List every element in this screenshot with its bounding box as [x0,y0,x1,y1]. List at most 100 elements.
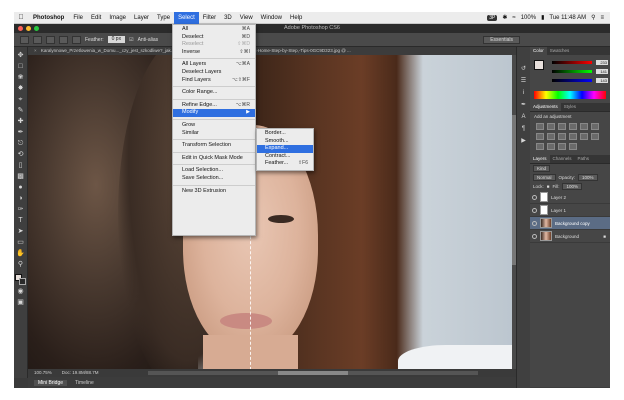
select-menu-item-modify[interactable]: Modify ▶ [173,109,255,117]
quick-select-tool-icon[interactable]: ✸ [16,84,26,93]
menu-list-icon[interactable]: ≡ [600,15,604,21]
subtract-selection-icon[interactable] [59,35,68,44]
select-menu-item-all-layers[interactable]: All Layers ⌥⌘A [173,61,255,69]
clone-stamp-icon[interactable]: ⎋ [16,139,26,148]
hand-tool-icon[interactable]: ✋ [16,249,26,258]
feather-input[interactable]: 0 px [107,36,126,43]
horizontal-scrollbar[interactable] [148,371,478,375]
eyedropper-tool-icon[interactable]: ✎ [16,106,26,115]
wifi-icon[interactable]: ≈ [512,15,515,21]
brush-tool-icon[interactable]: ✒ [16,128,26,137]
select-menu-item-grow[interactable]: Grow [173,122,255,130]
tab-styles[interactable]: Styles [561,103,579,111]
layer-row[interactable]: Layer 1 [530,204,610,217]
blue-value[interactable]: 143 [596,78,608,83]
type-tool-icon[interactable]: T [16,216,26,225]
layer-name[interactable]: Background [555,234,579,239]
brush-panel-icon[interactable]: ✒ [519,101,529,110]
black-white-icon[interactable] [547,133,555,140]
gradient-map-icon[interactable] [558,143,566,150]
zoom-window-icon[interactable] [34,26,39,31]
workspace-switcher[interactable]: Essentials [483,35,520,44]
select-menu-item-inverse[interactable]: Inverse ⇧⌘I [173,49,255,57]
posterize-icon[interactable] [536,143,544,150]
blur-tool-icon[interactable]: ● [16,183,26,192]
modify-menu-item-feather[interactable]: Feather... ⇧F6 [257,160,313,168]
close-tab-icon[interactable]: × [34,48,37,53]
menu-filter[interactable]: Filter [199,12,220,24]
levels-icon[interactable] [547,123,555,130]
select-menu-item-find-layers[interactable]: Find Layers ⌥⇧⌘F [173,77,255,85]
threshold-icon[interactable] [547,143,555,150]
history-brush-icon[interactable]: ⟲ [16,150,26,159]
new-selection-icon[interactable] [33,35,42,44]
green-value[interactable]: 141 [596,69,608,74]
hue-saturation-icon[interactable] [591,123,599,130]
crop-tool-icon[interactable]: ⌖ [16,95,26,104]
bluetooth-icon[interactable]: ✱ [502,14,507,21]
gradient-tool-icon[interactable]: ▩ [16,172,26,181]
shape-tool-icon[interactable]: ▭ [16,238,26,247]
tab-mini-bridge[interactable]: Mini Bridge [34,379,68,386]
tab-color[interactable]: Color [530,47,547,55]
color-balance-icon[interactable] [536,133,544,140]
dodge-tool-icon[interactable]: ◑ [16,194,26,203]
layer-name[interactable]: Layer 2 [551,195,566,200]
menu-window[interactable]: Window [257,12,286,24]
green-slider[interactable] [552,70,592,73]
select-menu-item-transform-selection[interactable]: Transform Selection [173,142,255,150]
blue-slider[interactable] [552,79,592,82]
tab-layers[interactable]: Layers [530,155,550,163]
opacity-input[interactable]: 100% [578,174,598,181]
document-tab[interactable]: × Karalynnowe_Przetlowenia_w_Domu..._czy… [28,47,522,55]
apple-icon[interactable]:  [14,14,28,21]
select-menu-item-refine-edge[interactable]: Refine Edge... ⌥⌘R [173,102,255,110]
menu-3d[interactable]: 3D [220,12,236,24]
menu-view[interactable]: View [236,12,257,24]
menu-type[interactable]: Type [153,12,174,24]
layer-name[interactable]: Background copy [555,221,590,226]
close-window-icon[interactable] [18,26,23,31]
screen-mode-icon[interactable]: ▣ [16,298,26,307]
select-menu-item-deselect-layers[interactable]: Deselect Layers [173,69,255,77]
select-menu-item-deselect[interactable]: Deselect ⌘D [173,34,255,42]
red-slider[interactable] [552,61,592,64]
exposure-icon[interactable] [569,123,577,130]
select-menu-item-edit-in-quick-mask-mode[interactable]: Edit in Quick Mask Mode [173,155,255,163]
path-select-tool-icon[interactable]: ➤ [16,227,26,236]
select-menu-item-new-3d-extrusion[interactable]: New 3D Extrusion [173,188,255,196]
tab-paths[interactable]: Paths [575,155,593,163]
selective-color-icon[interactable] [569,143,577,150]
background-color-swatch[interactable] [19,278,26,285]
menu-file[interactable]: File [69,12,87,24]
color-panel-foreground[interactable] [534,60,544,70]
tab-channels[interactable]: Channels [550,155,575,163]
menu-select[interactable]: Select [174,12,199,24]
tab-swatches[interactable]: Swatches [547,47,573,55]
marquee-tool-icon[interactable] [20,35,29,44]
move-tool-icon[interactable]: ✥ [16,51,26,60]
menu-layer[interactable]: Layer [130,12,153,24]
spotlight-icon[interactable]: ⚲ [591,14,595,21]
curves-icon[interactable] [558,123,566,130]
pen-tool-icon[interactable]: ✑ [16,205,26,214]
select-menu-item-color-range[interactable]: Color Range... [173,89,255,97]
history-panel-icon[interactable]: ↺ [519,65,529,74]
document-canvas[interactable] [28,55,512,380]
clock[interactable]: Tue 11:48 AM [549,15,586,21]
lasso-tool-icon[interactable]: ❀ [16,73,26,82]
red-value[interactable]: 233 [596,60,608,65]
modify-menu-item-border[interactable]: Border... [257,130,313,138]
document-size[interactable]: Doc: 19.8M/88.7M [62,369,99,377]
modify-menu-item-expand[interactable]: Expand... [257,145,313,153]
modify-menu-item-smooth[interactable]: Smooth... [257,138,313,146]
quick-mask-icon[interactable]: ◉ [16,287,26,296]
color-spectrum[interactable] [534,91,606,99]
battery-icon[interactable]: ▮ [541,14,544,21]
minimize-window-icon[interactable] [26,26,31,31]
invert-icon[interactable] [591,133,599,140]
status-badge[interactable]: 3P [487,14,498,21]
visibility-eye-icon[interactable] [532,194,537,200]
select-menu-item-save-selection[interactable]: Save Selection... [173,175,255,183]
select-menu-item-similar[interactable]: Similar [173,130,255,138]
